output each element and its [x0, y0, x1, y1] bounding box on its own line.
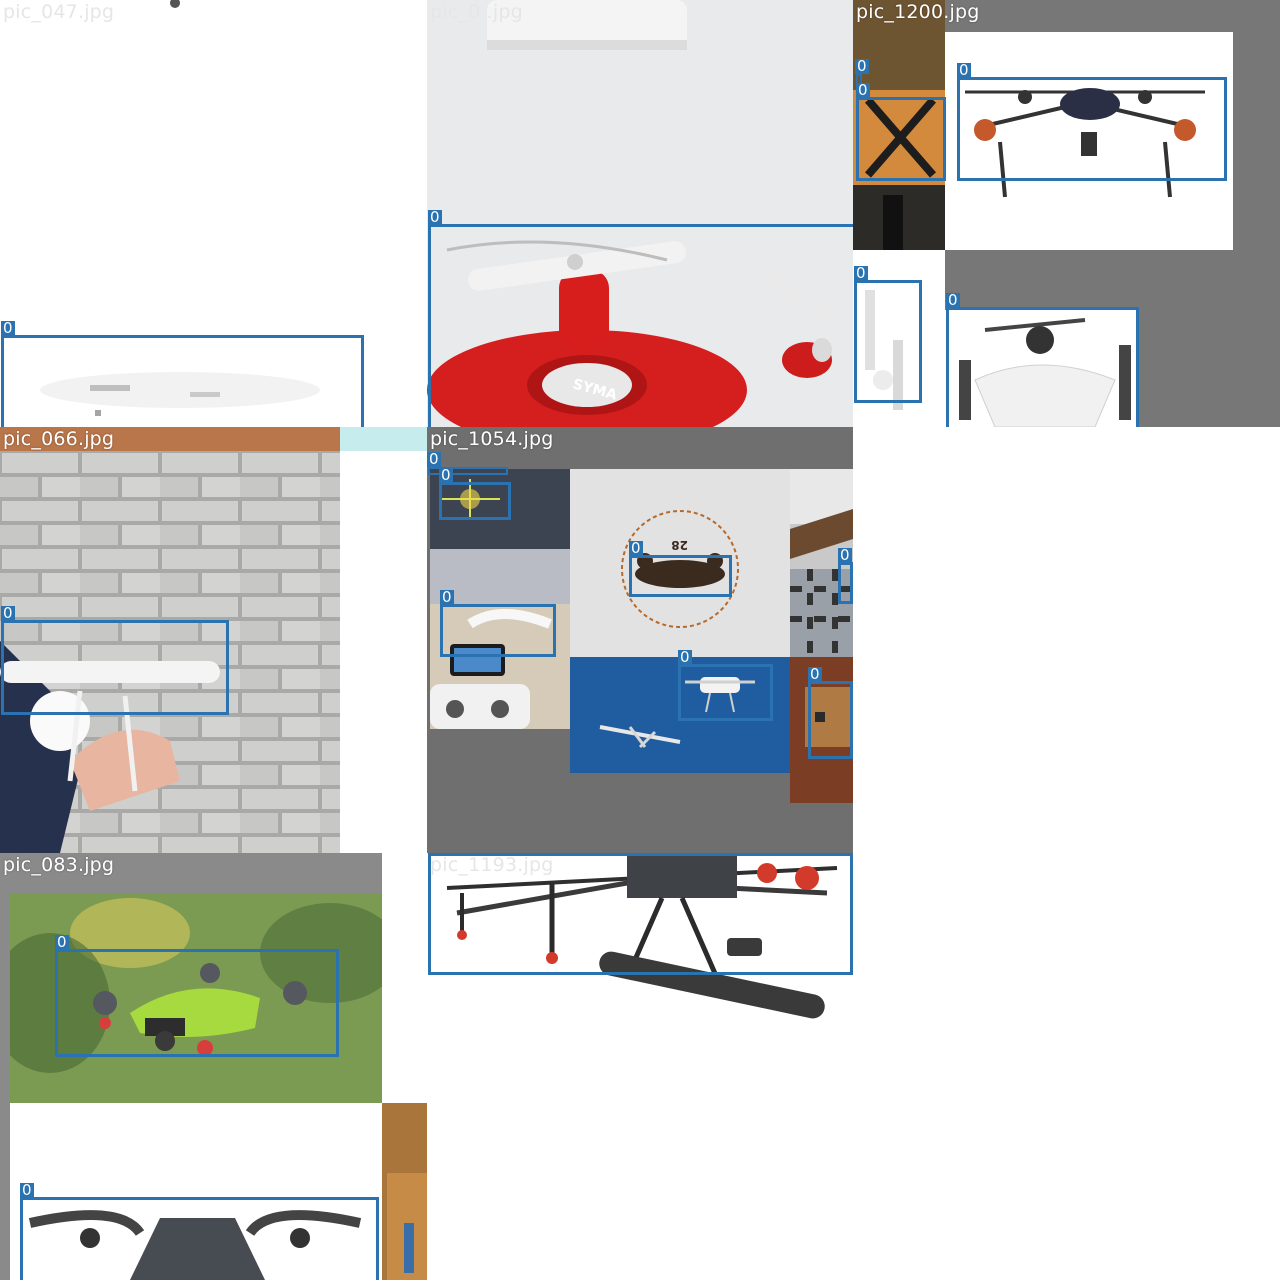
tile-pic-1193: pic_1193.jpg 0 — [427, 853, 853, 1280]
tile-filename: pic_1054.jpg — [430, 428, 554, 450]
tile-filename: pic_1200.jpg — [856, 1, 980, 23]
class-label: 0 — [856, 81, 870, 99]
class-label: 0 — [629, 539, 643, 557]
class-label: 0 — [427, 450, 441, 468]
detection-box: 0 — [440, 590, 556, 657]
class-label: 0 — [55, 933, 69, 951]
detection-box: 0 — [629, 541, 732, 597]
detection-box: 0 — [439, 468, 511, 520]
detection-box: 0 — [1, 321, 364, 427]
tile-filename: pic_083.jpg — [3, 854, 115, 876]
class-label: 0 — [808, 665, 822, 683]
tile-filename: pic_1193.jpg — [430, 854, 554, 876]
class-label: 0 — [855, 57, 869, 75]
detection-box: 0 — [856, 83, 946, 181]
class-label: 0 — [1, 604, 15, 622]
detection-box: 0 — [1, 606, 229, 715]
tile-pic-047: pic_047.jpg 0 — [0, 0, 427, 427]
tile-filename: pic_066.jpg — [3, 428, 115, 450]
detection-box: 0 — [428, 210, 853, 427]
class-label: 0 — [854, 264, 868, 282]
class-label: 0 — [1, 319, 15, 337]
detection-box: 0 — [946, 293, 1139, 427]
class-label: 0 — [440, 588, 454, 606]
shelf-photo — [382, 1103, 427, 1280]
class-label: 0 — [838, 546, 852, 564]
detection-box: 0 — [838, 548, 853, 604]
class-label: 0 — [439, 466, 453, 484]
tile-pic-syma: pic_0 .jpg SYMA 0 — [427, 0, 853, 427]
class-label: 0 — [428, 208, 442, 226]
tile-pic-066: pic_066.jpg 0 — [0, 427, 427, 853]
detection-box: 0 — [808, 667, 853, 759]
class-label: 0 — [678, 648, 692, 666]
tile-pic-1200: pic_1200.jpg 0 0 0 0 0 — [853, 0, 1280, 427]
tile-filename: pic_047.jpg — [3, 1, 115, 23]
detection-box: 0 — [55, 935, 339, 1057]
tile-pic-1054: 28 pic_1054.jpg 0 0 0 0 0 0 0 — [427, 427, 853, 853]
detection-box: 0 — [678, 650, 773, 721]
empty-region — [853, 427, 1280, 1280]
logo-number: 28 — [671, 538, 688, 552]
class-label: 0 — [946, 291, 960, 309]
tile-filename: pic_0 .jpg — [430, 1, 523, 23]
detection-box: 0 — [20, 1183, 379, 1280]
class-label: 0 — [957, 61, 971, 79]
class-label: 0 — [20, 1181, 34, 1199]
detection-box: 0 — [854, 266, 922, 403]
tile-pic-083: pic_083.jpg 0 0 — [0, 853, 427, 1280]
detection-box: 0 — [957, 63, 1227, 181]
